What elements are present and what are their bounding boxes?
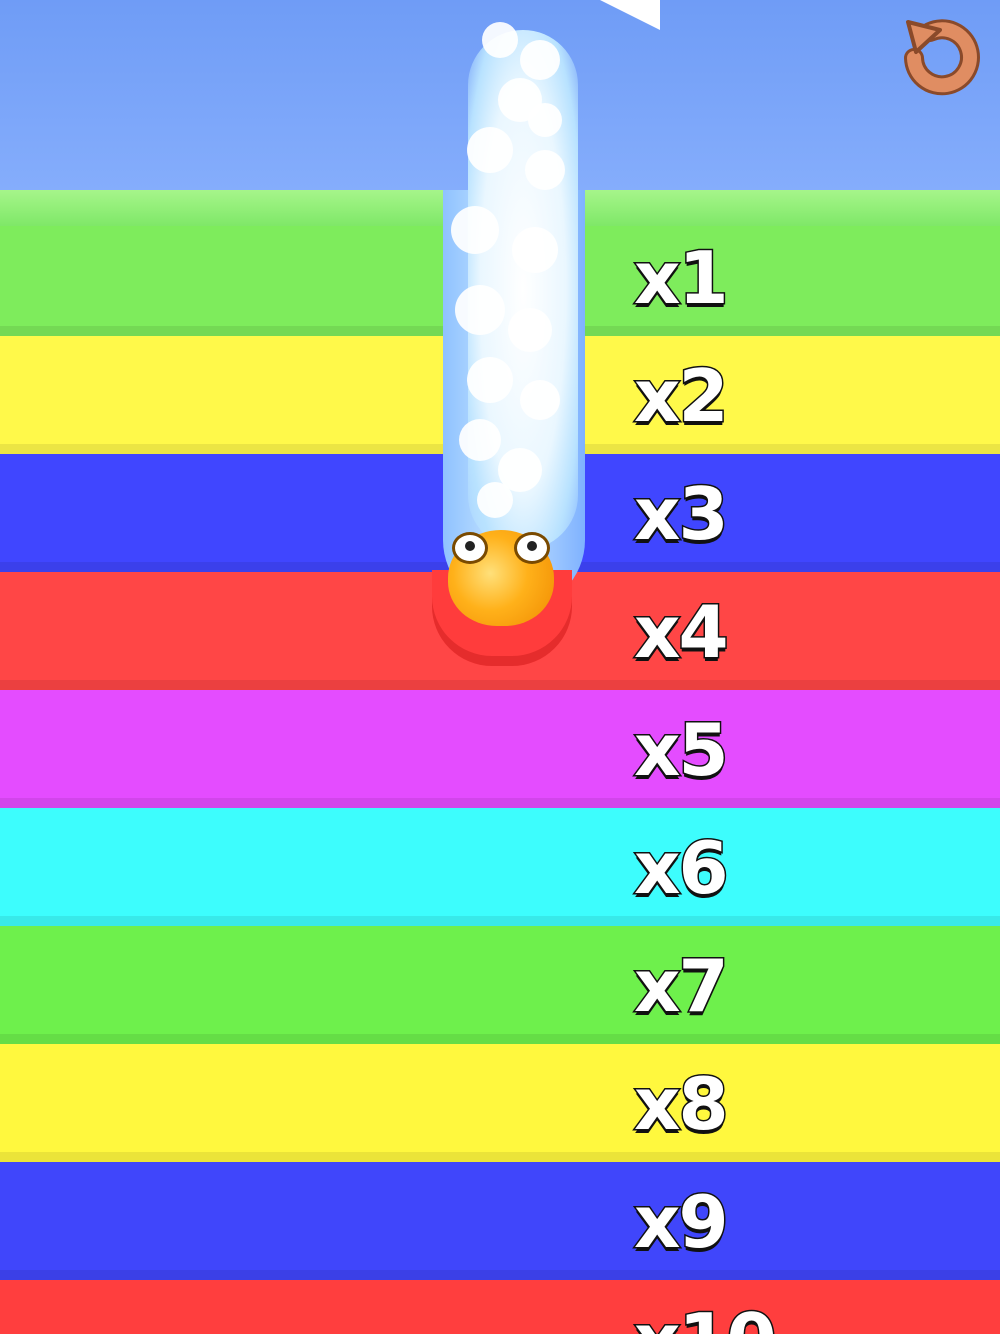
ledge-left bbox=[0, 190, 443, 226]
multiplier-label: x4 bbox=[633, 590, 731, 674]
multiplier-band: x8 bbox=[0, 1044, 1000, 1162]
band-edge-shade bbox=[0, 680, 1000, 690]
multiplier-label: x10 bbox=[633, 1299, 779, 1334]
multiplier-label: x7 bbox=[633, 944, 731, 1028]
steam-puff bbox=[455, 285, 505, 335]
steam-puff bbox=[508, 308, 552, 352]
multiplier-label: x5 bbox=[633, 708, 731, 792]
player-eye-left bbox=[452, 532, 488, 564]
multiplier-band: x6 bbox=[0, 808, 1000, 926]
multiplier-label: x6 bbox=[633, 826, 731, 910]
restart-arrow-icon bbox=[904, 19, 980, 96]
multiplier-label: x8 bbox=[633, 1062, 731, 1146]
multiplier-band: x5 bbox=[0, 690, 1000, 808]
band-edge-shade bbox=[0, 798, 1000, 808]
steam-puff bbox=[467, 127, 513, 173]
multiplier-band: x10 bbox=[0, 1280, 1000, 1334]
multiplier-label: x3 bbox=[633, 472, 731, 556]
band-edge-shade bbox=[0, 1270, 1000, 1280]
steam-puff bbox=[520, 40, 560, 80]
band-edge-shade bbox=[0, 1152, 1000, 1162]
steam-puff bbox=[512, 227, 558, 273]
steam-puff bbox=[459, 419, 501, 461]
steam-puff bbox=[477, 482, 513, 518]
game-scene[interactable]: x1 x2 x3 x4 x5 x6 x7 x8 x9 x10 bbox=[0, 0, 1000, 1334]
multiplier-label: x1 bbox=[633, 236, 731, 320]
restart-button[interactable] bbox=[894, 12, 986, 104]
steam-puff bbox=[451, 206, 499, 254]
steam-puff bbox=[467, 357, 513, 403]
band-edge-shade bbox=[0, 916, 1000, 926]
player-eye-right bbox=[514, 532, 550, 564]
steam-puff bbox=[525, 150, 565, 190]
band-edge-shade bbox=[0, 1034, 1000, 1044]
multiplier-band: x9 bbox=[0, 1162, 1000, 1280]
steam-puff bbox=[482, 22, 518, 58]
multiplier-label: x9 bbox=[633, 1180, 731, 1264]
ledge-right bbox=[585, 190, 1000, 226]
multiplier-band: x7 bbox=[0, 926, 1000, 1044]
steam-puff bbox=[520, 380, 560, 420]
light-streak bbox=[600, 0, 660, 30]
multiplier-label: x2 bbox=[633, 354, 731, 438]
steam-puff bbox=[528, 103, 562, 137]
